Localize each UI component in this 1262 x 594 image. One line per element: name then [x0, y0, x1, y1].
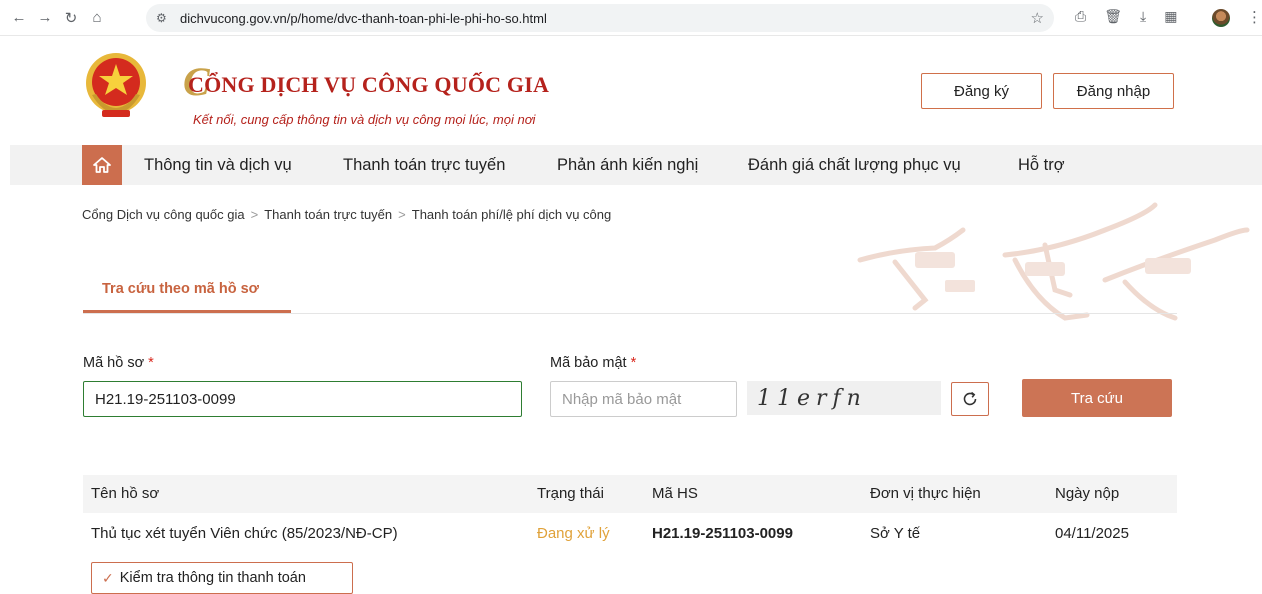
forward-icon[interactable]: → [32, 9, 58, 26]
national-emblem-icon[interactable] [82, 50, 150, 120]
search-button[interactable]: Tra cứu [1022, 379, 1172, 417]
checkmark-icon: ✓ [102, 569, 114, 586]
breadcrumb: Cổng Dịch vụ công quốc gia > Thanh toán … [82, 207, 611, 222]
check-payment-info-button[interactable]: ✓ Kiểm tra thông tin thanh toán [91, 562, 353, 594]
column-header-unit: Đơn vị thực hiện [870, 485, 981, 502]
column-header-date: Ngày nộp [1055, 485, 1120, 502]
site-subtitle: Kết nối, cung cấp thông tin và dịch vụ c… [193, 112, 536, 127]
browser-toolbar: ← → ↻ ⌂ ⚙ dichvucong.gov.vn/p/home/dvc-t… [0, 0, 1262, 36]
breadcrumb-current: Thanh toán phí/lệ phí dịch vụ công [411, 207, 612, 222]
profile-avatar[interactable] [1212, 9, 1230, 27]
breadcrumb-separator: > [250, 207, 259, 222]
site-title[interactable]: CỔNG DỊCH VỤ CÔNG QUỐC GIA [188, 72, 549, 98]
column-header-status: Trạng thái [537, 485, 604, 502]
record-code-input[interactable]: H21.19-251103-0099 [83, 381, 522, 417]
site-info-icon[interactable]: ⚙ [156, 11, 172, 25]
captcha-label: Mã bảo mật * [550, 355, 636, 371]
login-button[interactable]: Đăng nhập [1053, 73, 1174, 109]
record-code-label-text: Mã hồ sơ [83, 355, 145, 371]
tab-divider [83, 313, 1177, 314]
tab-search-by-record-code[interactable]: Tra cứu theo mã hồ sơ [102, 281, 259, 297]
decorative-cranes-pattern [857, 202, 1250, 321]
nav-item-support[interactable]: Hỗ trợ [1018, 156, 1065, 175]
row-unit: Sở Y tế [870, 525, 921, 542]
nav-item-online-payment[interactable]: Thanh toán trực tuyến [343, 156, 505, 175]
row-status: Đang xử lý [537, 525, 610, 542]
nav-item-service-rating[interactable]: Đánh giá chất lượng phục vụ [748, 156, 961, 175]
required-mark: * [630, 355, 637, 371]
home-nav-icon [93, 157, 111, 173]
row-record-name: Thủ tục xét tuyển Viên chức (85/2023/NĐ-… [91, 525, 398, 542]
address-bar[interactable]: ⚙ dichvucong.gov.vn/p/home/dvc-thanh-toa… [146, 4, 1054, 32]
breadcrumb-separator: > [398, 207, 406, 222]
trash-icon[interactable]: 🗑 [1104, 8, 1122, 25]
reload-icon[interactable]: ↻ [58, 9, 84, 27]
row-submit-date: 04/11/2025 [1055, 525, 1129, 542]
refresh-icon [963, 391, 977, 406]
row-record-code: H21.19-251103-0099 [652, 525, 793, 542]
results-table-header [83, 475, 1177, 513]
column-header-name: Tên hồ sơ [91, 485, 160, 502]
main-nav: Thông tin và dịch vụ Thanh toán trực tuy… [10, 145, 1262, 185]
home-button[interactable] [82, 145, 122, 185]
home-icon[interactable]: ⌂ [84, 9, 110, 26]
required-mark: * [148, 355, 154, 371]
captcha-refresh-button[interactable] [951, 382, 989, 416]
captcha-image: 11erfn [747, 381, 941, 415]
captcha-label-text: Mã bảo mật [550, 355, 627, 371]
nav-item-services[interactable]: Thông tin và dịch vụ [144, 156, 292, 175]
translate-icon[interactable]: ⎙ [1075, 8, 1086, 25]
column-header-code: Mã HS [652, 485, 698, 502]
record-code-label: Mã hồ sơ * [83, 355, 154, 371]
url-text: dichvucong.gov.vn/p/home/dvc-thanh-toan-… [180, 10, 547, 26]
download-icon[interactable]: ⤓ [1140, 8, 1146, 25]
breadcrumb-online-payment[interactable]: Thanh toán trực tuyến [264, 207, 392, 222]
nav-item-feedback[interactable]: Phản ánh kiến nghị [557, 156, 698, 175]
check-payment-info-label: Kiểm tra thông tin thanh toán [119, 570, 306, 586]
browser-menu-icon[interactable]: ⋮ [1247, 8, 1262, 26]
register-button[interactable]: Đăng ký [921, 73, 1042, 109]
qr-icon[interactable]: ▦ [1164, 8, 1177, 25]
breadcrumb-home[interactable]: Cổng Dịch vụ công quốc gia [82, 207, 245, 222]
back-icon[interactable]: ← [6, 9, 32, 26]
bookmark-star-icon[interactable]: ☆ [1031, 9, 1044, 27]
captcha-input[interactable]: Nhập mã bảo mật [550, 381, 737, 417]
